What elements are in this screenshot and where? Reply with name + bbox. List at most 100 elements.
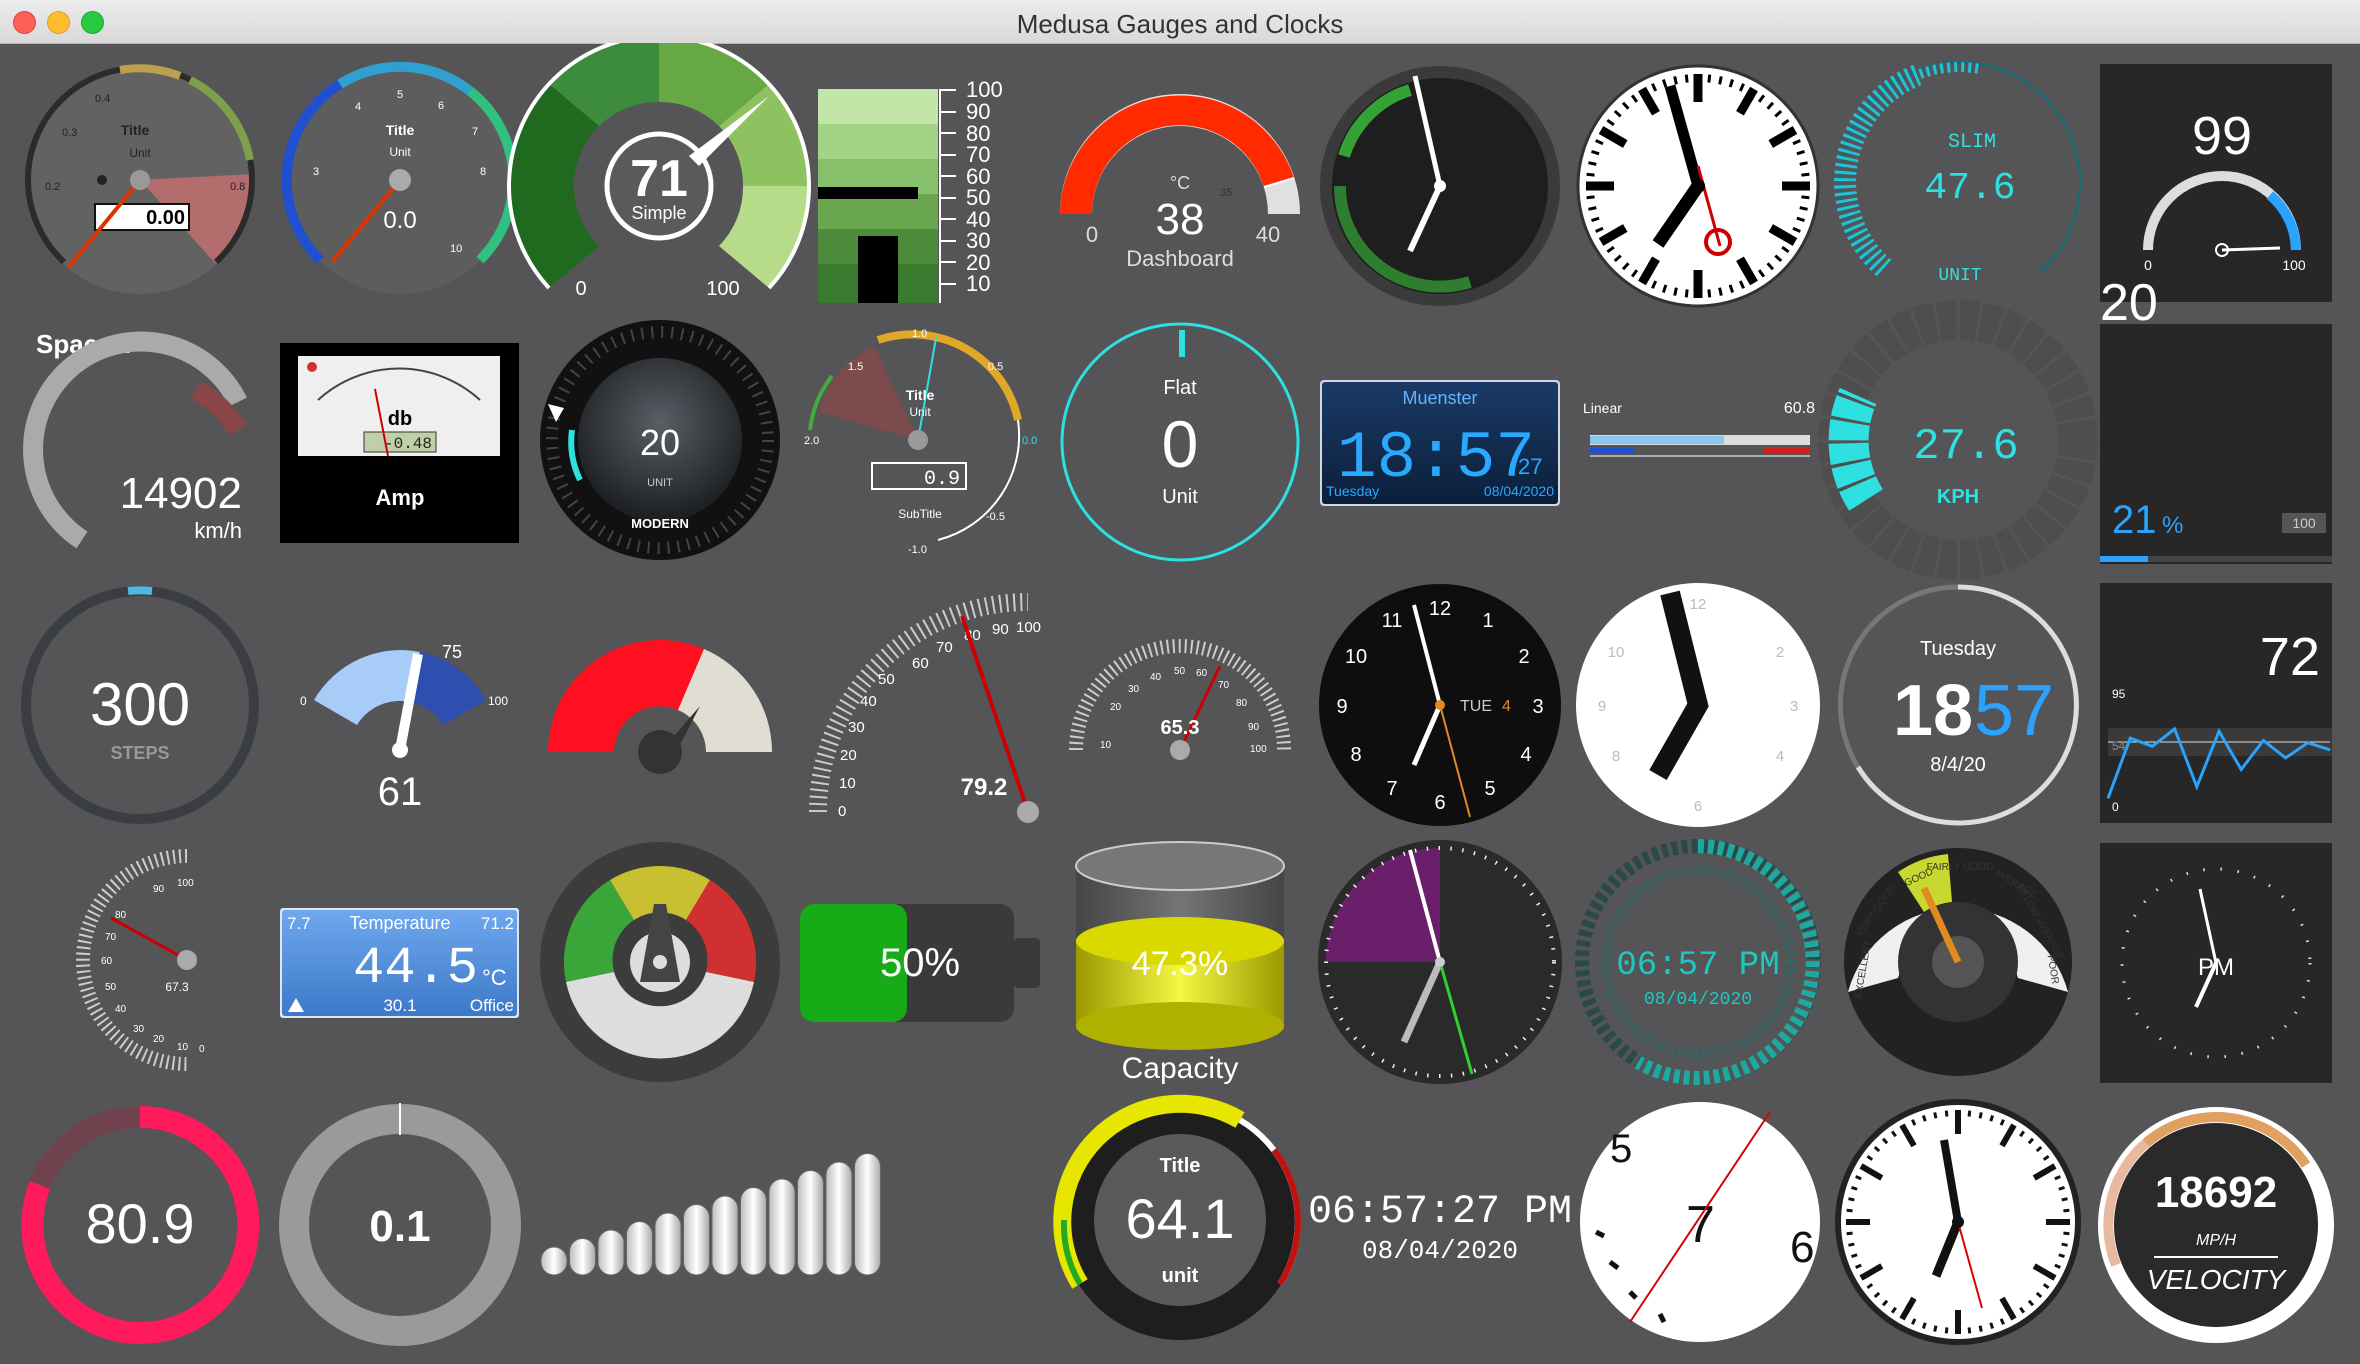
tick-mark	[2063, 1208, 2070, 1213]
gauge-28-tick: 70	[105, 932, 117, 943]
clock-24-number: 5	[1484, 778, 1495, 800]
gauge-10-unit: km/h	[194, 518, 242, 543]
gauge-2-value: 0.0	[383, 207, 416, 234]
gauge-23-small: 10 20 30 40 50 60 70 80 90 100 65.3	[1069, 639, 1291, 760]
gauge-28-tick: 40	[115, 1004, 127, 1015]
gauge-28-tick: 80	[115, 910, 127, 921]
gauge-23-tick: 70	[1218, 680, 1230, 691]
tick-mark	[1707, 289, 1712, 298]
clock-24-number: 3	[1532, 696, 1543, 718]
gauge-2-tick: 8	[480, 166, 486, 178]
tick-mark	[1846, 1208, 1853, 1213]
gauge-22-tick: 10	[839, 775, 856, 792]
gauge-28-tick: 30	[133, 1024, 145, 1035]
tick-mark	[1989, 1322, 1995, 1329]
gauge-17-unit: KPH	[1937, 486, 1979, 508]
tick-mark	[1978, 1112, 1983, 1119]
clock-25-number: 10	[1608, 644, 1625, 661]
gauge-2-tick: 4	[355, 101, 361, 113]
gauge-8-top: SLIM	[1948, 131, 1996, 154]
clock-25-white: 12 2 3 4 6 8 9 10	[1576, 583, 1820, 827]
gauge-1-title: Title	[121, 122, 150, 138]
clock-34-time: 06:57 PM	[1616, 947, 1779, 985]
gauge-20-blue: 0 100 75 61	[300, 642, 508, 814]
lcd-29-unit: °C	[482, 965, 507, 990]
gauge-1-tick: 0.8	[230, 181, 245, 193]
gauge-28-tick: 100	[177, 878, 194, 889]
gauge-22-tick: 60	[912, 655, 929, 672]
gauge-40-title: Title	[1160, 1155, 1201, 1177]
tick-mark	[1801, 195, 1810, 200]
gauge-4-tick: 10	[966, 271, 990, 296]
gauge-13-tick: -0.5	[986, 511, 1005, 523]
gauge-2-title: Title	[386, 122, 415, 138]
gauge-23-tick: 10	[1100, 740, 1112, 751]
gauge-13-tick: -1.0	[908, 544, 927, 556]
gauge-5-dashboard: 35 °C 38 Dashboard 0 40	[1060, 94, 1300, 271]
gauge-28-tick: 60	[101, 956, 113, 967]
clock-26-date: 8/4/20	[1930, 754, 1986, 776]
gauge-28-tick: 10	[177, 1042, 189, 1053]
led-bar	[626, 1221, 653, 1276]
clock-26-hour: 18	[1893, 671, 1973, 751]
clock-25-number: 6	[1694, 798, 1702, 815]
led-bar	[540, 1246, 568, 1276]
gauge-14-value: 0	[1162, 407, 1199, 481]
gauge-16-linear: Linear 60.8	[1583, 400, 1815, 457]
gauge-2: 3 4 5 6 7 8 10 Title Unit 0.0	[281, 61, 519, 294]
gauge-1: 0.2 0.3 0.4 0.8 Title Unit 0.00	[25, 64, 255, 294]
gauge-17-value: 27.6	[1913, 422, 2019, 472]
led-39-bars	[540, 1153, 881, 1276]
tile-27-value: 72	[2260, 627, 2320, 687]
gauge-28-tick: 20	[153, 1034, 165, 1045]
gauge-44-value: 18692	[2155, 1168, 2277, 1217]
clock-33-purple	[1318, 840, 1562, 1084]
clock-15-day: Tuesday	[1326, 483, 1379, 499]
tank-32-value: 47.3%	[1132, 945, 1228, 983]
gauges-canvas: 0.2 0.3 0.4 0.8 Title Unit 0.00 3 4 5 6 …	[21, 43, 2334, 1346]
tile-18-unit: %	[2162, 512, 2183, 539]
gauge-23-tick: 80	[1236, 698, 1248, 709]
gauge-28-tick: 0	[199, 1044, 205, 1055]
tile-36-clock: PM	[2100, 843, 2332, 1083]
gauge-8-unit: UNIT	[1938, 266, 1981, 286]
tick-mark	[2063, 1231, 2070, 1236]
lcd-29-title: Temperature	[349, 913, 450, 933]
gauge-13-tick: 0.5	[988, 361, 1003, 373]
tick-mark	[1586, 172, 1595, 177]
tick-mark	[2058, 1185, 2065, 1191]
tile-9-value: 99	[2192, 106, 2252, 166]
gauge-19-unit: STEPS	[110, 743, 169, 763]
gauge-40-yellow: Title 64.1 unit	[1053, 1094, 1301, 1340]
tile-27-ymid: 54	[2112, 739, 2126, 753]
tick-mark	[1848, 1242, 1855, 1247]
gauge-30-tricolor	[540, 842, 780, 1082]
gauge-13-subtitle: SubTitle	[898, 507, 942, 521]
clock-6-dark-green	[1320, 66, 1560, 306]
tick-mark	[1799, 161, 1808, 166]
clock-24-dark: 12 1 2 3 4 5 6 7 8 9 10 11 TUE 4	[1317, 582, 1563, 828]
gauge-11-title: Amp	[376, 485, 425, 510]
gauge-13-tick: 1.0	[912, 328, 927, 340]
gauge-14-title: Flat	[1163, 377, 1197, 399]
tick-mark	[1684, 74, 1689, 83]
tick-mark	[1588, 161, 1597, 166]
tank-32-label: Capacity	[1122, 1052, 1239, 1085]
gauge-19-steps: 300 STEPS	[21, 586, 259, 824]
gauge-10-spacex: SpaceX 14902 km/h	[23, 329, 247, 549]
lcd-29-temperature: 7.7 Temperature 71.2 44.5 °C 30.1 Office	[280, 908, 519, 1018]
gauge-22-tick: 20	[840, 747, 857, 764]
tick-mark	[1673, 287, 1678, 296]
gauge-23-tick: 50	[1174, 666, 1186, 677]
tick-mark	[1684, 289, 1689, 298]
gauge-12-value: 20	[640, 422, 680, 463]
gauge-2-tick: 5	[397, 89, 403, 101]
clock-34-date: 08/04/2020	[1644, 990, 1752, 1010]
tick-mark	[1921, 1115, 1927, 1122]
gauge-21-red	[548, 639, 772, 792]
clock-24-day: TUE	[1460, 698, 1492, 715]
clock-24-number: 1	[1482, 610, 1493, 632]
tick-mark	[1586, 195, 1595, 200]
gauge-13-unit: Unit	[909, 405, 931, 419]
gauge-3-min: 0	[575, 278, 586, 300]
